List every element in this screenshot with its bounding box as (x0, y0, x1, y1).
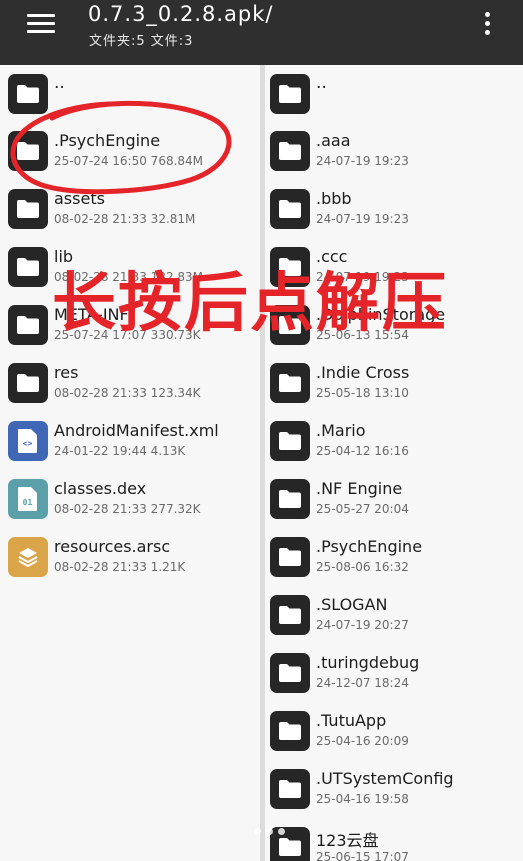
file-meta: 24-07-19 19:23 (316, 212, 409, 226)
file-meta: 25-04-16 19:58 (316, 792, 409, 806)
file-name: assets (54, 189, 105, 208)
file-name: .aaa (316, 131, 351, 150)
folder-icon (8, 74, 48, 114)
file-name: lib (54, 247, 74, 266)
folder-icon (270, 595, 310, 635)
file-meta: 25-06-15 17:07 (316, 850, 409, 861)
right-file-panel: .. .aaa 24-07-19 19:23 .bbb 24-07-19 19:… (265, 65, 523, 861)
folder-icon (270, 131, 310, 171)
file-name: .turingdebug (316, 653, 420, 672)
folder-icon (8, 305, 48, 345)
folder-icon (8, 189, 48, 229)
file-name: .PsychEngine (54, 131, 161, 150)
file-name: .. (316, 73, 327, 93)
file-meta: 25-04-16 20:09 (316, 734, 409, 748)
list-item-folder[interactable]: .PsychEngine 25-07-24 16:50 768.84M (0, 122, 260, 178)
file-name: res (54, 363, 79, 382)
list-item-folder[interactable]: .bbb 24-07-19 19:23 (265, 180, 523, 236)
list-item-folder[interactable]: .SLOGAN 24-07-19 20:27 (265, 586, 523, 642)
list-item-file[interactable]: 01 classes.dex 08-02-28 21:33 277.32K (0, 470, 260, 526)
list-item-folder[interactable]: 123云盘 25-06-15 17:07 (265, 818, 523, 861)
file-meta: 25-07-24 16:50 768.84M (54, 154, 204, 168)
file-name: resources.arsc (54, 537, 171, 556)
file-meta: 24-07-19 19:23 (316, 154, 409, 168)
xml-file-icon: <> (8, 421, 48, 461)
file-meta: 08-02-28 21:33 32.81M (54, 212, 196, 226)
file-name: .SLOGAN (316, 595, 388, 614)
file-name: classes.dex (54, 479, 147, 498)
file-name: .PsychEngine (316, 537, 423, 556)
file-name: .ccc (316, 247, 348, 266)
folder-icon (8, 247, 48, 287)
folder-icon (8, 131, 48, 171)
more-vertical-icon[interactable] (484, 12, 492, 36)
file-name: .Mario (316, 421, 366, 440)
file-meta: 25-05-27 20:04 (316, 502, 409, 516)
file-meta: 24-12-07 18:24 (316, 676, 409, 690)
folder-icon (270, 479, 310, 519)
left-file-panel: .. .PsychEngine 25-07-24 16:50 768.84M a… (0, 65, 260, 861)
file-name: 123云盘 (316, 831, 379, 850)
file-name: .Indie Cross (316, 363, 410, 382)
list-item-folder[interactable]: .NF Engine 25-05-27 20:04 (265, 470, 523, 526)
folder-icon (270, 827, 310, 861)
folder-icon (270, 189, 310, 229)
file-meta: 08-02-28 21:33 277.32K (54, 502, 201, 516)
list-item-folder[interactable]: .aaa 24-07-19 19:23 (265, 122, 523, 178)
list-item-file[interactable]: <> AndroidManifest.xml 24-01-22 19:44 4.… (0, 412, 260, 468)
list-item-folder[interactable]: res 08-02-28 21:33 123.34K (0, 354, 260, 410)
list-item-folder[interactable]: .Indie Cross 25-05-18 13:10 (265, 354, 523, 410)
layers-icon (8, 537, 48, 577)
list-item-folder[interactable]: assets 08-02-28 21:33 32.81M (0, 180, 260, 236)
unzip-instruction-caption: 长按后点解压 (52, 267, 448, 341)
folder-icon (270, 653, 310, 693)
file-meta: 25-05-18 13:10 (316, 386, 409, 400)
list-item-folder[interactable]: .PsychEngine 25-08-06 16:32 (265, 528, 523, 584)
file-meta: 08-02-28 21:33 1.21K (54, 560, 186, 574)
list-item-file[interactable]: resources.arsc 08-02-28 21:33 1.21K (0, 528, 260, 584)
file-meta: 25-08-06 16:32 (316, 560, 409, 574)
dex-file-icon: 01 (8, 479, 48, 519)
list-item-folder[interactable]: .turingdebug 24-12-07 18:24 (265, 644, 523, 700)
folder-icon (270, 537, 310, 577)
folder-icon (270, 74, 310, 114)
folder-icon (270, 711, 310, 751)
file-meta: 25-04-12 16:16 (316, 444, 409, 458)
file-name: AndroidManifest.xml (54, 421, 219, 440)
top-toolbar: 0.7.3_0.2.8.apk/ 文件夹:5 文件:3 (0, 0, 523, 65)
list-item-parent[interactable]: .. (265, 65, 523, 121)
file-meta: 08-02-28 21:33 123.34K (54, 386, 201, 400)
file-name: .NF Engine (316, 479, 403, 498)
folder-file-count: 文件夹:5 文件:3 (89, 34, 194, 49)
file-meta: 24-01-22 19:44 4.13K (54, 444, 186, 458)
file-name: .. (54, 73, 65, 93)
folder-icon (270, 421, 310, 461)
list-item-folder[interactable]: .Mario 25-04-12 16:16 (265, 412, 523, 468)
svg-text:<>: <> (23, 439, 33, 448)
list-item-folder[interactable]: .TutuApp 25-04-16 20:09 (265, 702, 523, 758)
list-item-folder[interactable]: .UTSystemConfig 25-04-16 19:58 (265, 760, 523, 816)
file-meta: 24-07-19 20:27 (316, 618, 409, 632)
folder-icon (270, 769, 310, 809)
hamburger-menu-icon[interactable] (27, 14, 57, 34)
folder-icon (8, 363, 48, 403)
list-item-parent[interactable]: .. (0, 65, 260, 121)
svg-text:01: 01 (23, 498, 33, 507)
file-name: .UTSystemConfig (316, 769, 454, 788)
folder-icon (270, 363, 310, 403)
file-name: .TutuApp (316, 711, 387, 730)
path-title: 0.7.3_0.2.8.apk/ (88, 2, 274, 26)
file-name: .bbb (316, 189, 352, 208)
